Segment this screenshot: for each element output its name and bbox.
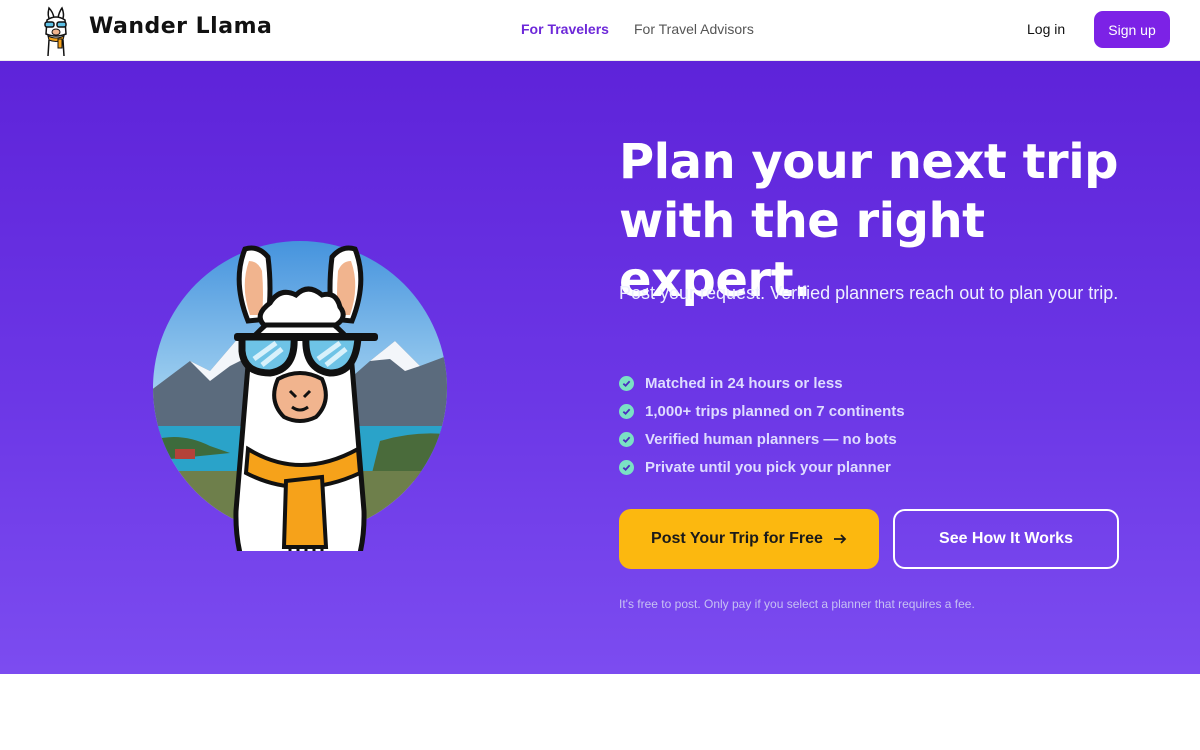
brand-name[interactable]: Wander Llama <box>89 14 272 39</box>
login-link[interactable]: Log in <box>1027 21 1065 37</box>
nav-for-travelers[interactable]: For Travelers <box>521 21 609 37</box>
check-circle-icon <box>619 375 634 391</box>
hero-subheadline: Post your request. Verified planners rea… <box>619 283 1119 303</box>
check-circle-icon <box>619 459 634 475</box>
arrow-right-icon <box>833 534 847 544</box>
feature-text: Verified human planners — no bots <box>645 430 897 448</box>
post-trip-button[interactable]: Post Your Trip for Free <box>619 509 879 569</box>
nav-for-travel-advisors[interactable]: For Travel Advisors <box>634 21 754 37</box>
headline-line-1: Plan your next trip <box>619 134 1119 190</box>
feature-text: Private until you pick your planner <box>645 458 891 476</box>
see-how-it-works-button[interactable]: See How It Works <box>893 509 1119 569</box>
pricing-disclaimer: It's free to post. Only pay if you selec… <box>619 597 975 611</box>
llama-logo-icon <box>44 6 67 57</box>
hero-section: Plan your next trip with the right exper… <box>0 61 1200 674</box>
site-header: Wander Llama For Travelers For Travel Ad… <box>0 0 1200 61</box>
feature-item: Matched in 24 hours or less <box>619 369 905 397</box>
feature-text: 1,000+ trips planned on 7 continents <box>645 402 905 420</box>
feature-list: Matched in 24 hours or less 1,000+ trips… <box>619 369 905 481</box>
feature-text: Matched in 24 hours or less <box>645 374 843 392</box>
feature-item: 1,000+ trips planned on 7 continents <box>619 397 905 425</box>
check-circle-icon <box>619 403 634 419</box>
llama-mascot-illustration <box>153 241 447 551</box>
post-trip-label: Post Your Trip for Free <box>651 530 823 547</box>
feature-item: Verified human planners — no bots <box>619 425 905 453</box>
signup-button[interactable]: Sign up <box>1094 11 1170 48</box>
logo-link[interactable] <box>40 4 72 58</box>
check-circle-icon <box>619 431 634 447</box>
feature-item: Private until you pick your planner <box>619 453 905 481</box>
